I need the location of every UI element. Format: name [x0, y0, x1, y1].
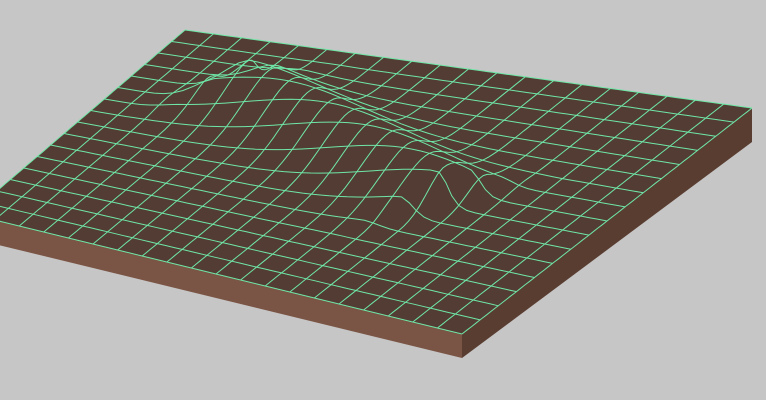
3d-viewport[interactable]: [0, 0, 766, 400]
scene-canvas[interactable]: [0, 0, 766, 400]
